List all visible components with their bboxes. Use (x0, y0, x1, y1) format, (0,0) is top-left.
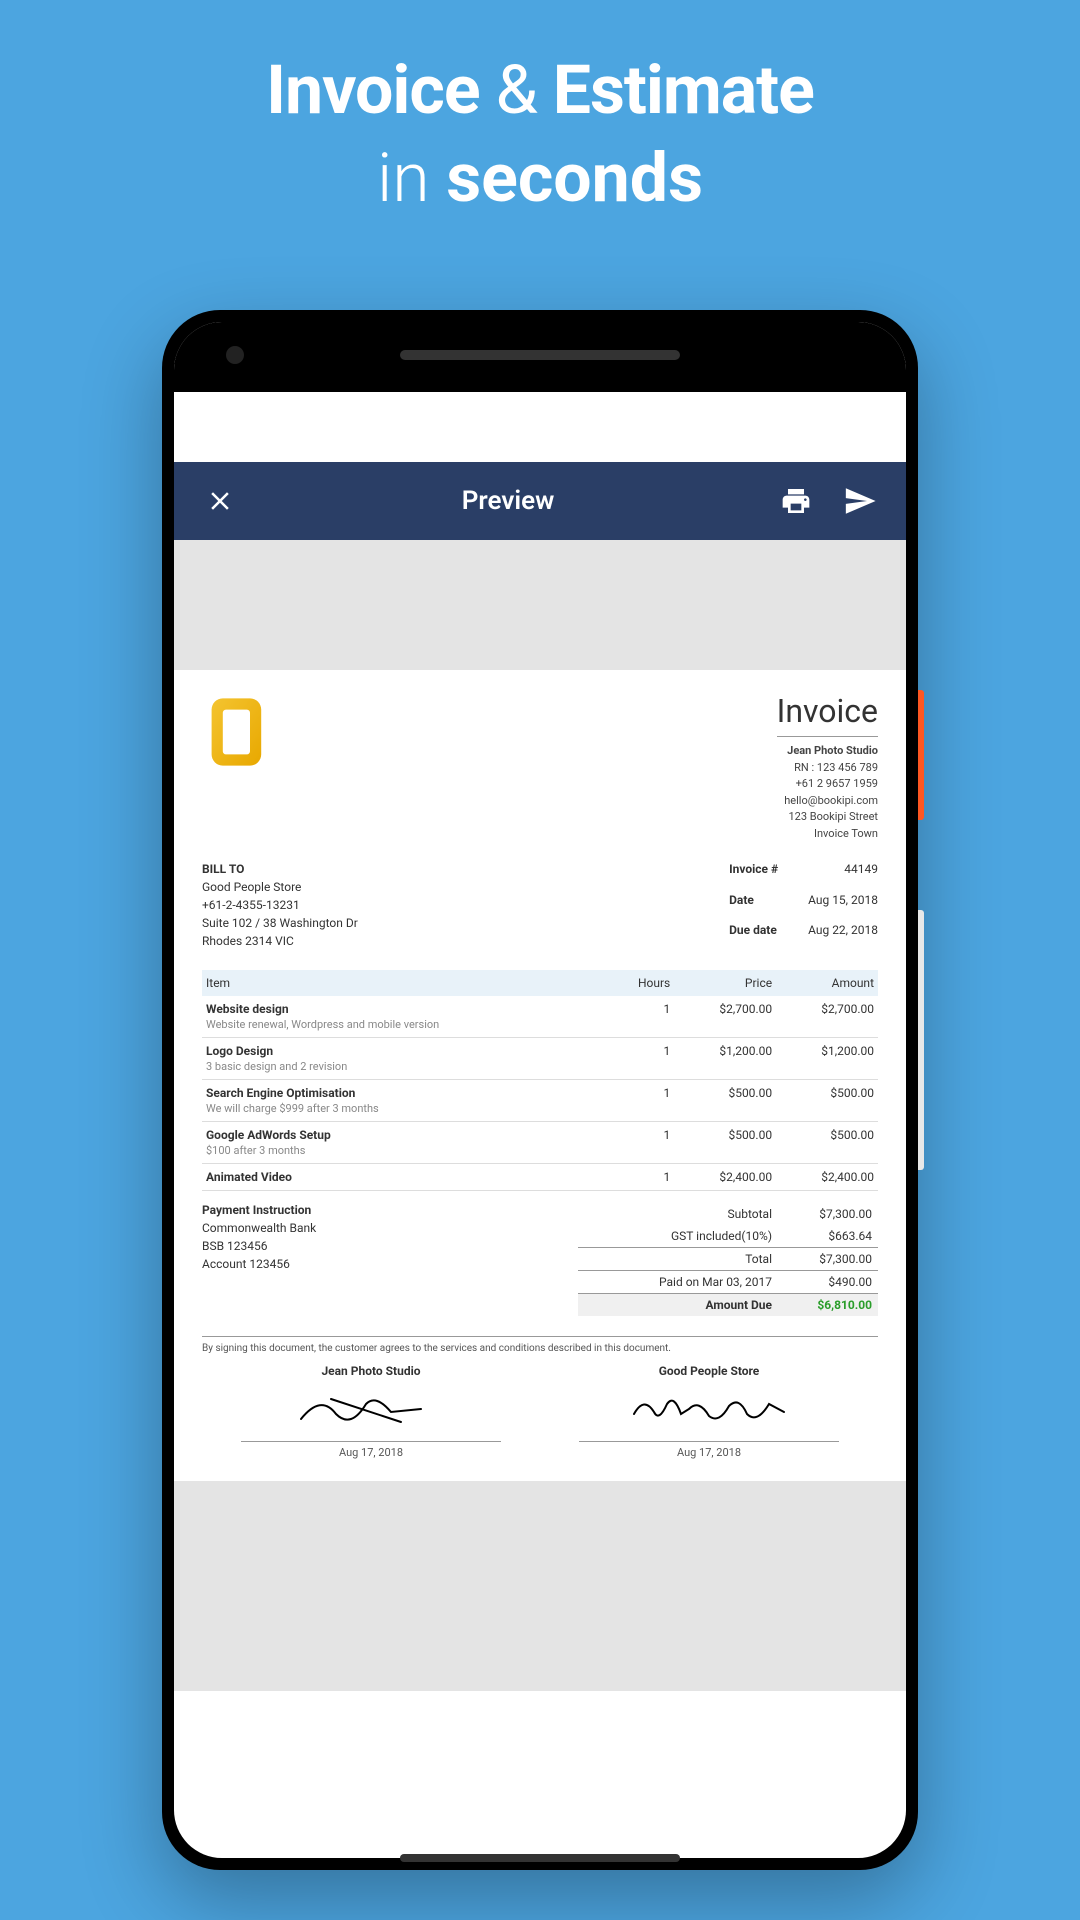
promo-word-seconds: seconds (446, 138, 703, 218)
paid-value: $490.00 (792, 1275, 872, 1289)
item-hours: 1 (607, 1164, 675, 1191)
close-button[interactable] (202, 483, 238, 519)
item-hours: 1 (607, 1038, 675, 1080)
signature-disclaimer: By signing this document, the customer a… (202, 1343, 878, 1354)
invoice-no: 44149 (808, 862, 878, 889)
paid-label: Paid on Mar 03, 2017 (584, 1275, 792, 1289)
promo-word-estimate: Estimate (553, 50, 814, 130)
item-price: $500.00 (674, 1080, 776, 1122)
company-city: Invoice Town (777, 826, 878, 843)
date-label: Date (729, 893, 778, 920)
col-hours: Hours (607, 970, 675, 996)
item-name: Search Engine Optimisation (206, 1086, 603, 1100)
subtotal-value: $7,300.00 (792, 1207, 872, 1221)
invoice-document: Invoice Jean Photo Studio RN : 123 456 7… (174, 670, 906, 1481)
print-button[interactable] (778, 483, 814, 519)
signer-right-date: Aug 17, 2018 (579, 1446, 839, 1459)
item-desc: We will charge $999 after 3 months (206, 1102, 603, 1115)
phone-power-button (918, 690, 924, 820)
bill-to-phone: +61-2-4355-13231 (202, 896, 729, 914)
item-amount: $500.00 (776, 1122, 878, 1164)
bill-to-city: Rhodes 2314 VIC (202, 932, 729, 950)
bill-to-label: BILL TO (202, 862, 729, 876)
signature-right (619, 1384, 799, 1434)
top-gray-spacer (174, 540, 906, 670)
company-logo (202, 692, 282, 772)
invoice-no-label: Invoice # (729, 862, 778, 889)
col-price: Price (674, 970, 776, 996)
document-title: Invoice (777, 692, 878, 730)
app-header: Preview (174, 462, 906, 540)
send-button[interactable] (842, 483, 878, 519)
bill-to-name: Good People Store (202, 878, 729, 896)
amount-due-value: $6,810.00 (792, 1298, 872, 1312)
promo-word-invoice: Invoice (266, 50, 479, 130)
promo-headline: Invoice & Estimate in seconds (0, 0, 1080, 218)
signer-right-name: Good People Store (579, 1364, 839, 1378)
company-phone: +61 2 9657 1959 (777, 776, 878, 793)
company-email: hello@bookipi.com (777, 793, 878, 810)
signature-left (281, 1384, 461, 1434)
item-desc: Website renewal, Wordpress and mobile ve… (206, 1018, 603, 1031)
print-icon (780, 485, 812, 517)
send-icon (843, 484, 877, 518)
signer-left-name: Jean Photo Studio (241, 1364, 501, 1378)
item-price: $1,200.00 (674, 1038, 776, 1080)
company-rn: RN : 123 456 789 (777, 760, 878, 777)
gst-value: $663.64 (792, 1229, 872, 1243)
subtotal-label: Subtotal (584, 1207, 792, 1221)
item-amount: $2,400.00 (776, 1164, 878, 1191)
signer-left-date: Aug 17, 2018 (241, 1446, 501, 1459)
item-name: Website design (206, 1002, 603, 1016)
bill-to-street: Suite 102 / 38 Washington Dr (202, 914, 729, 932)
phone-frame: Preview (162, 310, 918, 1870)
phone-volume-button (918, 910, 924, 1170)
item-desc: $100 after 3 months (206, 1144, 603, 1157)
company-street: 123 Bookipi Street (777, 809, 878, 826)
item-amount: $1,200.00 (776, 1038, 878, 1080)
col-item: Item (202, 970, 607, 996)
payment-label: Payment Instruction (202, 1203, 578, 1217)
page-title: Preview (462, 486, 555, 516)
due-date: Aug 22, 2018 (808, 923, 878, 950)
item-hours: 1 (607, 1080, 675, 1122)
gst-label: GST included(10%) (584, 1229, 792, 1243)
table-row: Website design Website renewal, Wordpress… (202, 996, 878, 1038)
item-price: $2,700.00 (674, 996, 776, 1038)
item-name: Animated Video (206, 1170, 603, 1184)
item-amount: $500.00 (776, 1080, 878, 1122)
item-price: $2,400.00 (674, 1164, 776, 1191)
table-row: Logo Design 3 basic design and 2 revision… (202, 1038, 878, 1080)
table-row: Google AdWords Setup $100 after 3 months 1… (202, 1122, 878, 1164)
item-hours: 1 (607, 996, 675, 1038)
item-name: Logo Design (206, 1044, 603, 1058)
item-hours: 1 (607, 1122, 675, 1164)
item-desc: 3 basic design and 2 revision (206, 1060, 603, 1073)
due-date-label: Due date (729, 923, 778, 950)
total-value: $7,300.00 (792, 1252, 872, 1266)
table-row: Search Engine Optimisation We will charge… (202, 1080, 878, 1122)
payment-bsb: BSB 123456 (202, 1237, 578, 1255)
total-label: Total (584, 1252, 792, 1266)
invoice-date: Aug 15, 2018 (808, 893, 878, 920)
promo-ampersand: & (495, 50, 536, 130)
table-row: Animated Video1$2,400.00$2,400.00 (202, 1164, 878, 1191)
amount-due-label: Amount Due (584, 1298, 792, 1312)
bottom-gray-spacer (174, 1481, 906, 1691)
payment-bank: Commonwealth Bank (202, 1219, 578, 1237)
company-name: Jean Photo Studio (777, 743, 878, 760)
payment-account: Account 123456 (202, 1255, 578, 1273)
items-table: Item Hours Price Amount Website designWe… (202, 970, 878, 1191)
item-price: $500.00 (674, 1122, 776, 1164)
close-icon (205, 486, 235, 516)
col-amount: Amount (776, 970, 878, 996)
item-amount: $2,700.00 (776, 996, 878, 1038)
promo-word-in: in (377, 138, 430, 218)
item-name: Google AdWords Setup (206, 1128, 603, 1142)
